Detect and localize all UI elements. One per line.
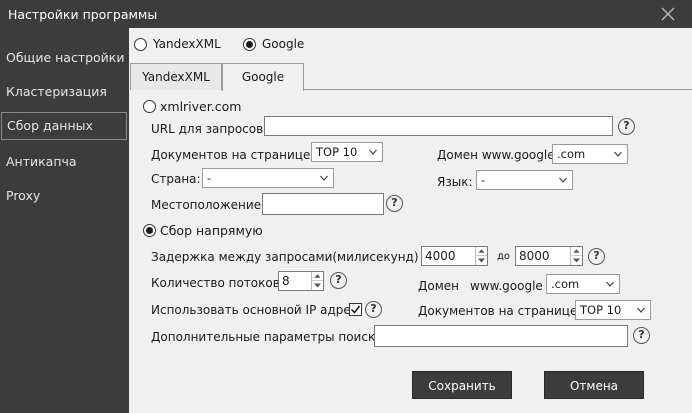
select-value: .com: [557, 147, 586, 161]
tab-yandexxml[interactable]: YandexXML: [130, 63, 222, 90]
select-value: .com: [551, 277, 580, 291]
sidebar-item-label: Кластеризация: [6, 84, 107, 99]
select-value: TOP 10: [580, 303, 622, 317]
select-value: TOP 10: [316, 145, 358, 159]
spinner-value: 4000: [425, 249, 456, 263]
domain-select[interactable]: .com: [552, 144, 628, 164]
spin-up-icon[interactable]: [571, 247, 582, 256]
radio-google-label: Google: [262, 37, 305, 51]
direct-label: Сбор напрямую: [160, 223, 263, 238]
extra-params-label: Дополнительные параметры поиска:: [151, 330, 387, 344]
country-label-text: Страна:: [151, 172, 201, 186]
xmlriver-label: xmlriver.com: [160, 99, 242, 114]
sidebar-item-general[interactable]: Общие настройки: [0, 44, 126, 72]
main-ip-checkbox[interactable]: [349, 303, 362, 316]
radio-yandexxml[interactable]: [134, 38, 147, 51]
direct-docs-select[interactable]: TOP 10: [575, 300, 651, 320]
tab-label: Google: [241, 70, 285, 84]
chevron-down-icon: [637, 307, 645, 313]
direct-domain-select[interactable]: .com: [546, 274, 620, 294]
sidebar: Общие настройки Кластеризация Сбор данны…: [0, 28, 129, 413]
docs-per-page-label: Документов на странице:: [151, 148, 315, 162]
language-select[interactable]: -: [476, 170, 573, 190]
help-icon[interactable]: ?: [633, 327, 650, 344]
sidebar-item-label: Общие настройки: [6, 50, 125, 65]
window-title: Настройки программы: [8, 7, 158, 22]
chevron-down-icon: [559, 177, 567, 183]
chevron-down-icon: [614, 151, 622, 157]
sidebar-item-clustering[interactable]: Кластеризация: [0, 78, 126, 106]
help-icon[interactable]: ?: [618, 118, 635, 135]
delay-from-spinner[interactable]: 4000: [421, 246, 488, 266]
close-icon[interactable]: [660, 6, 676, 22]
chevron-down-icon: [320, 175, 328, 181]
location-label: Местоположение:: [151, 198, 266, 212]
delay-label: Задержка между запросами(милисекунд) от: [151, 250, 437, 264]
sidebar-item-proxy[interactable]: Proxy: [0, 182, 126, 210]
url-input[interactable]: [264, 116, 613, 136]
cancel-button[interactable]: Отмена: [544, 371, 644, 399]
spin-down-icon[interactable]: [312, 281, 323, 290]
docs-per-page-select[interactable]: TOP 10: [311, 142, 383, 162]
location-input[interactable]: [262, 193, 384, 215]
checkmark-icon: [350, 305, 361, 314]
sidebar-item-anticaptcha[interactable]: Антикапча: [0, 148, 126, 176]
radio-xmlriver[interactable]: [143, 100, 156, 113]
spin-up-icon[interactable]: [312, 272, 323, 281]
url-label: URL для запросов:: [151, 122, 268, 136]
language-label: Язык:: [437, 175, 473, 189]
tab-bar: YandexXML Google: [130, 63, 692, 91]
radio-direct[interactable]: [143, 224, 156, 237]
domain-label: Домен www.google: [437, 148, 555, 162]
settings-panel: YandexXML Google YandexXML Google xmlriv…: [129, 28, 692, 413]
sidebar-item-label: Сбор данных: [7, 118, 93, 133]
main-ip-label: Использовать основной IP адрес: [151, 303, 358, 317]
help-icon[interactable]: ?: [386, 195, 403, 212]
help-icon[interactable]: ?: [330, 272, 347, 289]
threads-spinner[interactable]: 8: [278, 271, 324, 291]
tab-label: YandexXML: [142, 70, 210, 84]
delay-to-spinner[interactable]: 8000: [515, 246, 583, 266]
radio-google[interactable]: [243, 38, 256, 51]
spin-down-icon[interactable]: [476, 256, 487, 265]
extra-params-input[interactable]: [374, 325, 628, 347]
sidebar-item-data-collection[interactable]: Сбор данных: [1, 112, 127, 140]
sidebar-item-label: Антикапча: [6, 154, 77, 169]
threads-label: Количество потоков: [151, 276, 280, 290]
chevron-down-icon: [606, 281, 614, 287]
select-value: -: [207, 171, 212, 185]
tab-google[interactable]: Google: [222, 63, 304, 91]
delay-to-label: до: [497, 251, 511, 262]
spinner-value: 8000: [519, 249, 550, 263]
radio-yandexxml-label: YandexXML: [153, 37, 221, 51]
spin-down-icon[interactable]: [571, 256, 582, 265]
select-value: -: [481, 173, 486, 187]
country-select[interactable]: -: [202, 168, 334, 188]
save-button[interactable]: Сохранить: [412, 371, 512, 399]
direct-domain-label: Домен: [418, 279, 459, 293]
direct-docs-label: Документов на странице:: [418, 304, 582, 318]
spinner-value: 8: [282, 274, 290, 288]
sidebar-item-label: Proxy: [6, 188, 41, 203]
spin-up-icon[interactable]: [476, 247, 487, 256]
direct-domain-label-host: www.google: [470, 279, 543, 293]
title-bar: Настройки программы: [0, 0, 692, 28]
chevron-down-icon: [369, 149, 377, 155]
help-icon[interactable]: ?: [588, 248, 605, 265]
help-icon[interactable]: ?: [365, 301, 382, 318]
